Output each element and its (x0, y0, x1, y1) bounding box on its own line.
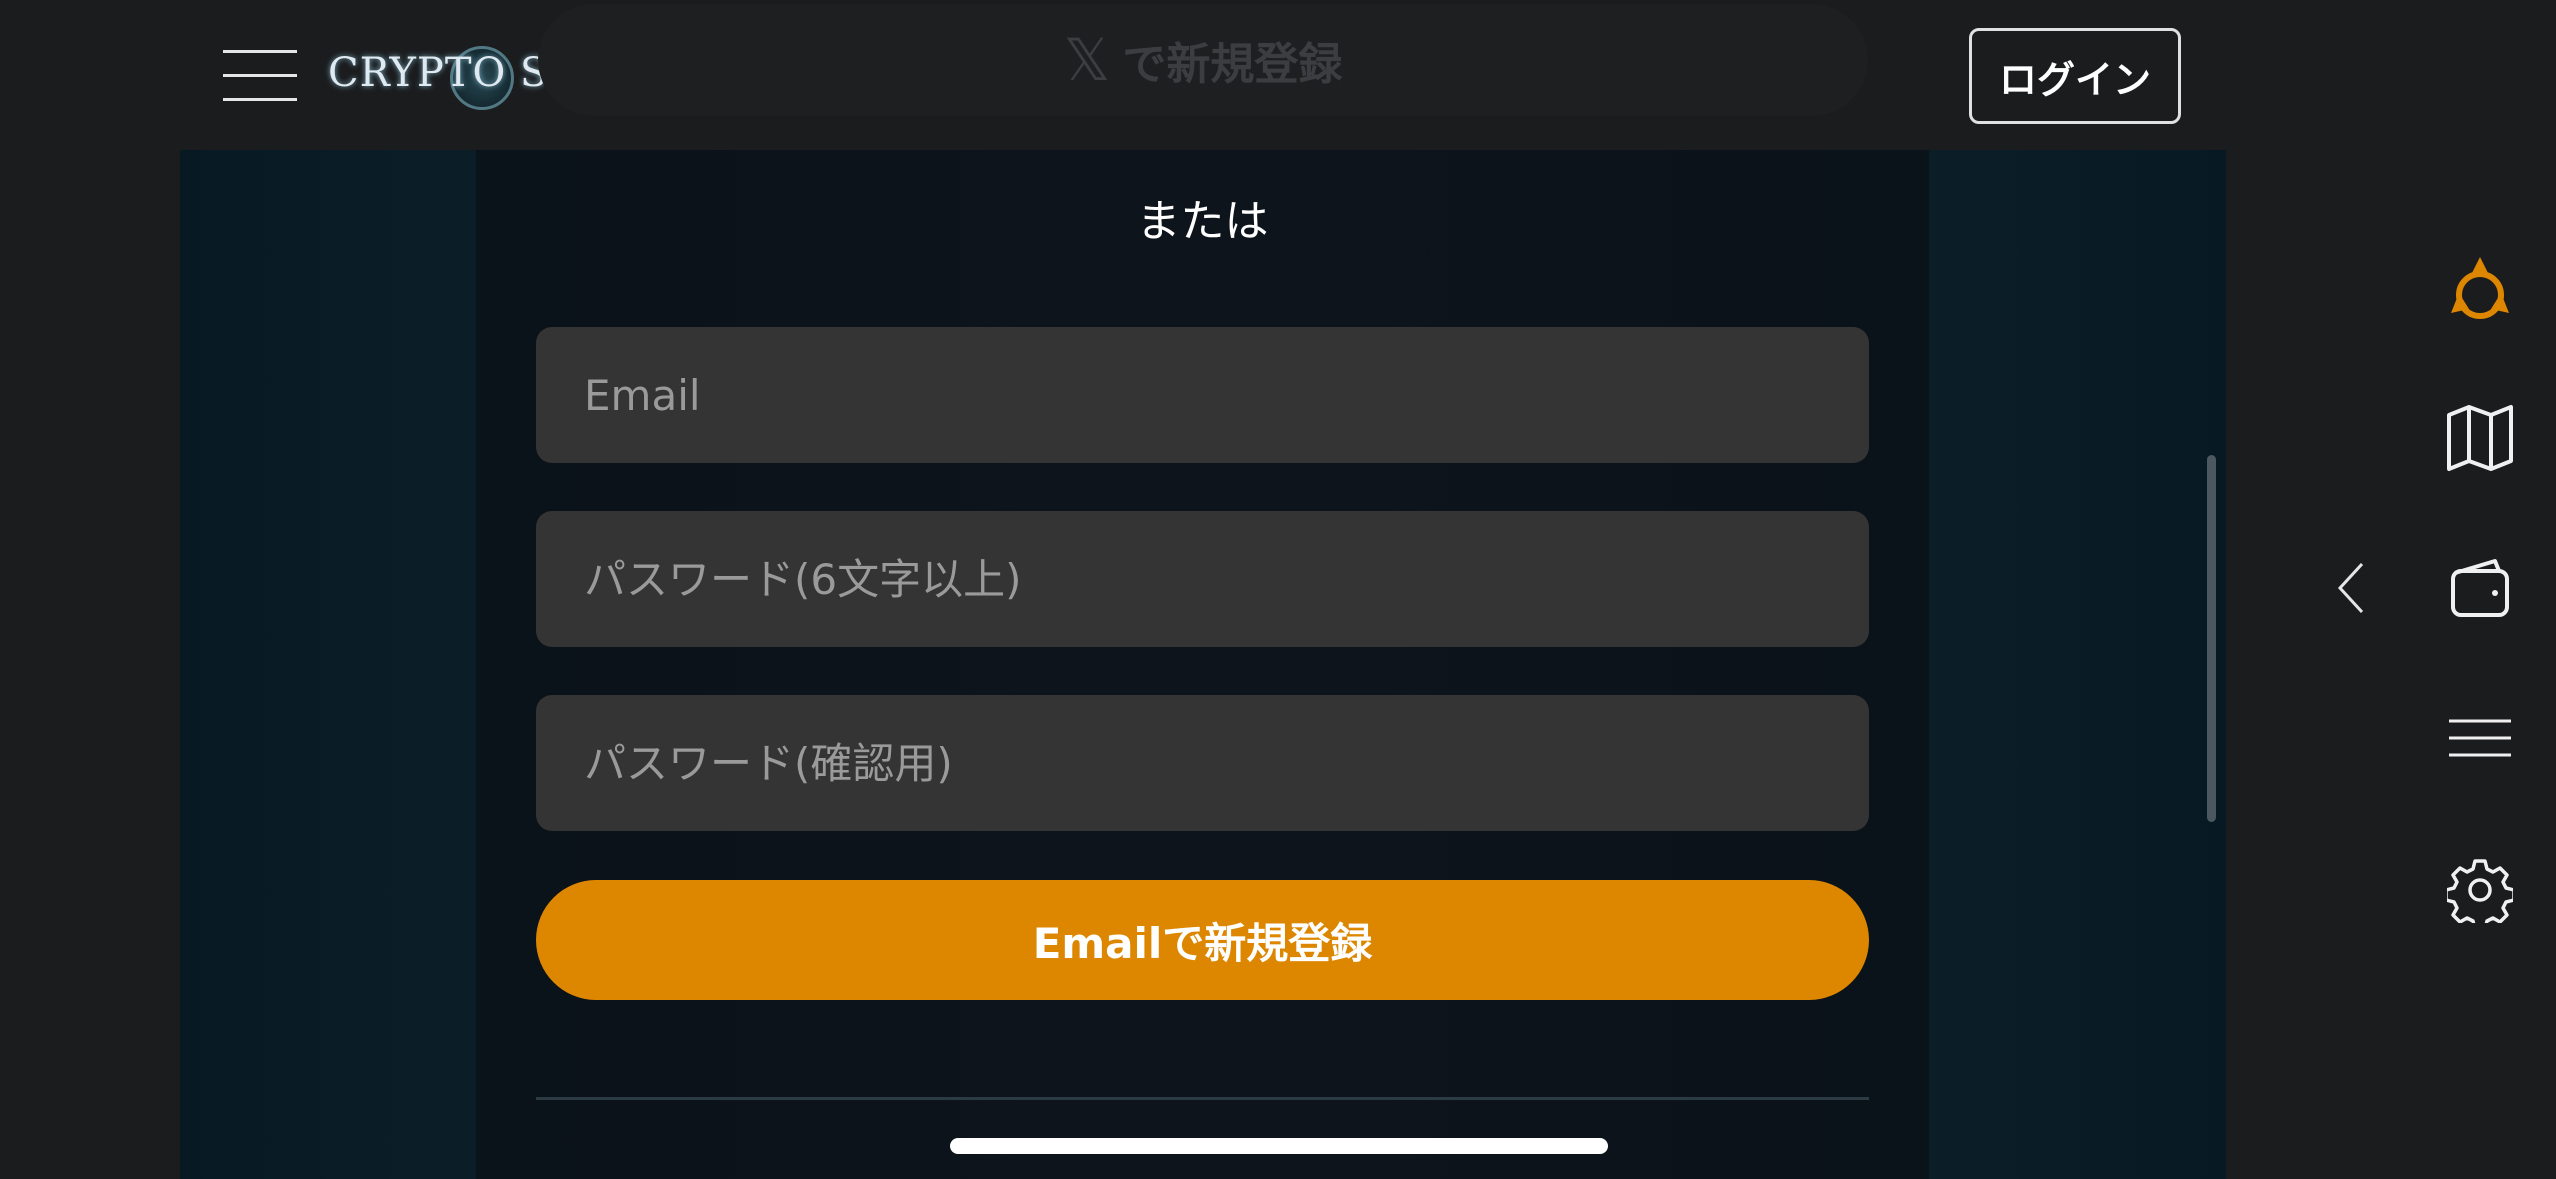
wallet-icon[interactable] (2440, 548, 2520, 628)
signup-form-panel (476, 150, 1929, 1179)
menu-lines-icon[interactable] (2440, 698, 2520, 778)
x-logo-icon: 𝕏 (1063, 26, 1111, 94)
scrollbar-thumb[interactable] (2207, 455, 2216, 822)
x-signup-button[interactable]: 𝕏 で新規登録 (538, 4, 1868, 116)
email-field[interactable] (536, 327, 1869, 463)
chevron-left-icon[interactable] (2317, 548, 2387, 628)
spell-orb-icon[interactable] (2440, 248, 2520, 328)
map-icon[interactable] (2440, 398, 2520, 478)
home-indicator-bar (950, 1138, 1608, 1154)
password-confirm-field[interactable] (536, 695, 1869, 831)
section-divider (536, 1097, 1869, 1100)
settings-gear-icon[interactable] (2440, 850, 2520, 930)
email-signup-button[interactable]: Emailで新規登録 (536, 880, 1869, 1000)
login-button[interactable]: ログイン (1969, 28, 2181, 124)
hamburger-menu-icon[interactable] (223, 48, 297, 104)
password-field[interactable] (536, 511, 1869, 647)
x-signup-label: で新規登録 (1122, 39, 1343, 90)
or-separator-label: または (1136, 196, 1269, 247)
